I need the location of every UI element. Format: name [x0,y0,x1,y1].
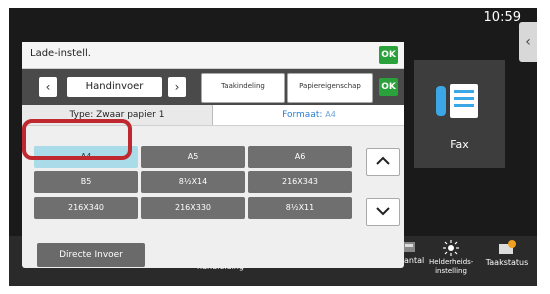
chevron-down-icon [376,207,390,216]
job-status-label: Taakstatus [485,258,529,267]
job-layout-tab[interactable]: Taakindeling [201,73,285,103]
counter-icon [403,242,415,252]
fax-icon [436,84,478,118]
size-button-a5[interactable]: A5 [141,146,245,168]
dialog-title-bar: Lade-instell. OK [22,42,404,69]
size-button-a6[interactable]: A6 [248,146,352,168]
prev-mode-button[interactable]: ‹ [39,77,57,97]
size-button-216x343[interactable]: 216X343 [248,171,352,193]
scroll-up-button[interactable] [366,148,400,176]
brightness-item[interactable]: Helderheids- instelling [429,240,473,276]
paper-format-label: Formaat: A4 [214,105,404,125]
back-tab[interactable]: ‹ [519,22,537,62]
dialog-title: Lade-instell. [30,48,91,59]
size-button-8half-x11[interactable]: 8½X11 [248,197,352,219]
chevron-up-icon [376,156,390,165]
size-button-8half-x14[interactable]: 8½X14 [141,171,245,193]
scroll-down-button[interactable] [366,198,400,226]
title-ok-button[interactable]: OK [379,46,398,64]
job-status-icon [499,240,516,254]
format-caption: Formaat: [282,110,323,120]
next-mode-button[interactable]: › [168,77,186,97]
direct-input-button[interactable]: Directe Invoer [37,243,145,267]
nav-ok-button[interactable]: OK [379,78,398,96]
job-status-item[interactable]: Taakstatus [483,240,531,268]
mode-value: Handinvoer [67,77,162,97]
clock: 10:59 [483,10,521,25]
selection-highlight-ring [22,119,132,160]
fax-label: Fax [450,138,469,151]
size-button-216x340[interactable]: 216X340 [34,197,138,219]
brightness-icon [443,240,459,256]
mode-nav-bar: ‹ Handinvoer › Taakindeling Papiereigens… [22,69,404,105]
paper-properties-tab[interactable]: Papiereigenschap [287,73,373,103]
size-button-216x330[interactable]: 216X330 [141,197,245,219]
brightness-label: Helderheids- instelling [429,258,474,275]
size-button-b5[interactable]: B5 [34,171,138,193]
format-value: A4 [325,110,336,119]
fax-tile[interactable]: Fax [414,60,505,168]
